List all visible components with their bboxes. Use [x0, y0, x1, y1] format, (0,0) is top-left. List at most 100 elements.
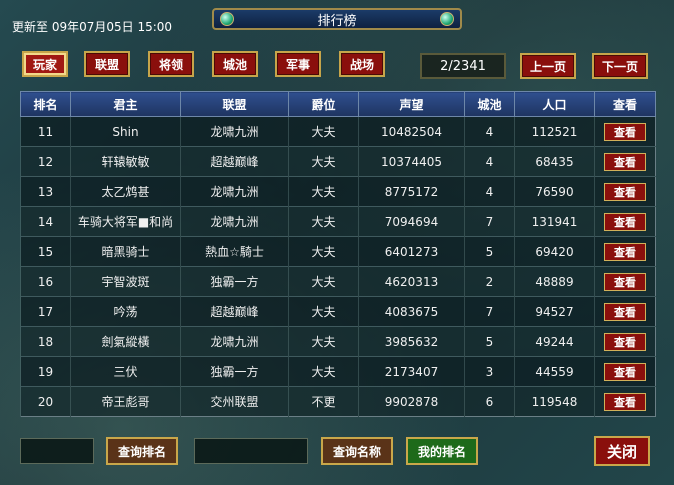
rank-cell: 12 — [20, 146, 71, 177]
title-cell: 大夫 — [288, 176, 359, 207]
tab-players[interactable]: 玩家 — [22, 51, 68, 77]
prestige-cell: 10374405 — [358, 146, 465, 177]
view-button[interactable]: 查看 — [604, 182, 646, 201]
table-row: 18 劍氣縱橫 龙啸九洲 大夫 3985632 5 49244 查看 — [20, 326, 656, 357]
rank-cell: 20 — [20, 386, 71, 417]
table-row: 15 暗黑骑士 熱血☆騎士 大夫 6401273 5 69420 查看 — [20, 236, 656, 267]
column-header: 爵位 — [288, 91, 359, 117]
population-cell: 68435 — [514, 146, 595, 177]
alliance-cell: 龙啸九洲 — [180, 176, 289, 207]
column-header: 声望 — [358, 91, 465, 117]
title-cell: 大夫 — [288, 326, 359, 357]
view-cell: 查看 — [594, 386, 656, 417]
table-row: 12 轩辕敏敏 超越巅峰 大夫 10374405 4 68435 查看 — [20, 146, 656, 177]
alliance-cell: 熱血☆騎士 — [180, 236, 289, 267]
view-button[interactable]: 查看 — [604, 272, 646, 291]
lord-cell: 轩辕敏敏 — [70, 146, 181, 177]
query-name-button[interactable]: 查询名称 — [321, 437, 393, 465]
prestige-cell: 6401273 — [358, 236, 465, 267]
prestige-cell: 3985632 — [358, 326, 465, 357]
prev-page-button[interactable]: 上一页 — [520, 53, 576, 79]
tab-cities[interactable]: 城池 — [212, 51, 258, 77]
rank-cell: 16 — [20, 266, 71, 297]
population-cell: 119548 — [514, 386, 595, 417]
prestige-cell: 10482504 — [358, 116, 465, 147]
alliance-cell: 龙啸九洲 — [180, 116, 289, 147]
view-cell: 查看 — [594, 266, 656, 297]
view-cell: 查看 — [594, 296, 656, 327]
lord-cell: 吟荡 — [70, 296, 181, 327]
population-cell: 112521 — [514, 116, 595, 147]
title-cell: 大夫 — [288, 206, 359, 237]
title-cell: 大夫 — [288, 116, 359, 147]
column-header: 查看 — [594, 91, 656, 117]
page-indicator: 2/2341 — [420, 53, 506, 79]
view-button[interactable]: 查看 — [604, 122, 646, 141]
population-cell: 44559 — [514, 356, 595, 387]
name-search-input[interactable] — [194, 438, 308, 464]
tab-alliances[interactable]: 联盟 — [84, 51, 130, 77]
cities-cell: 4 — [464, 116, 515, 147]
lord-cell: 三伏 — [70, 356, 181, 387]
lord-cell: 宇智波斑 — [70, 266, 181, 297]
table-row: 20 帝王彪哥 交州联盟 不更 9902878 6 119548 查看 — [20, 386, 656, 417]
column-header: 联盟 — [180, 91, 289, 117]
cities-cell: 4 — [464, 176, 515, 207]
next-page-button[interactable]: 下一页 — [592, 53, 648, 79]
prestige-cell: 7094694 — [358, 206, 465, 237]
view-button[interactable]: 查看 — [604, 332, 646, 351]
alliance-cell: 独霸一方 — [180, 266, 289, 297]
title-cell: 大夫 — [288, 266, 359, 297]
view-cell: 查看 — [594, 206, 656, 237]
rank-search-input[interactable] — [20, 438, 94, 464]
population-cell: 49244 — [514, 326, 595, 357]
title-cell: 大夫 — [288, 146, 359, 177]
tab-military[interactable]: 军事 — [275, 51, 321, 77]
view-button[interactable]: 查看 — [604, 242, 646, 261]
lord-cell: 帝王彪哥 — [70, 386, 181, 417]
title-cell: 大夫 — [288, 356, 359, 387]
title-cell: 大夫 — [288, 296, 359, 327]
view-button[interactable]: 查看 — [604, 152, 646, 171]
cities-cell: 5 — [464, 326, 515, 357]
view-cell: 查看 — [594, 146, 656, 177]
close-button[interactable]: 关闭 — [594, 436, 650, 466]
title-cell: 不更 — [288, 386, 359, 417]
my-rank-button[interactable]: 我的排名 — [406, 437, 478, 465]
update-timestamp: 更新至 09年07月05日 15:00 — [12, 20, 173, 34]
population-cell: 48889 — [514, 266, 595, 297]
tab-battlefield[interactable]: 战场 — [339, 51, 385, 77]
rank-cell: 18 — [20, 326, 71, 357]
prestige-cell: 8775172 — [358, 176, 465, 207]
rank-cell: 13 — [20, 176, 71, 207]
prestige-cell: 4083675 — [358, 296, 465, 327]
view-button[interactable]: 查看 — [604, 392, 646, 411]
view-button[interactable]: 查看 — [604, 302, 646, 321]
alliance-cell: 龙啸九洲 — [180, 206, 289, 237]
rank-cell: 11 — [20, 116, 71, 147]
alliance-cell: 超越巅峰 — [180, 296, 289, 327]
lord-cell: 车骑大将军■和尚 — [70, 206, 181, 237]
query-rank-button[interactable]: 查询排名 — [106, 437, 178, 465]
tab-generals[interactable]: 将领 — [148, 51, 194, 77]
rank-cell: 15 — [20, 236, 71, 267]
title-cell: 大夫 — [288, 236, 359, 267]
table-row: 11 Shin 龙啸九洲 大夫 10482504 4 112521 查看 — [20, 116, 656, 147]
table-row: 17 吟荡 超越巅峰 大夫 4083675 7 94527 查看 — [20, 296, 656, 327]
prestige-cell: 9902878 — [358, 386, 465, 417]
column-header: 君主 — [70, 91, 181, 117]
view-cell: 查看 — [594, 356, 656, 387]
page-title: 排行榜 — [317, 13, 357, 29]
population-cell: 76590 — [514, 176, 595, 207]
view-cell: 查看 — [594, 326, 656, 357]
alliance-cell: 独霸一方 — [180, 356, 289, 387]
cities-cell: 3 — [464, 356, 515, 387]
cities-cell: 2 — [464, 266, 515, 297]
rank-cell: 19 — [20, 356, 71, 387]
view-button[interactable]: 查看 — [604, 362, 646, 381]
view-button[interactable]: 查看 — [604, 212, 646, 231]
rank-cell: 14 — [20, 206, 71, 237]
lord-cell: Shin — [70, 116, 181, 147]
column-header: 城池 — [464, 91, 515, 117]
table-row: 14 车骑大将军■和尚 龙啸九洲 大夫 7094694 7 131941 查看 — [20, 206, 656, 237]
